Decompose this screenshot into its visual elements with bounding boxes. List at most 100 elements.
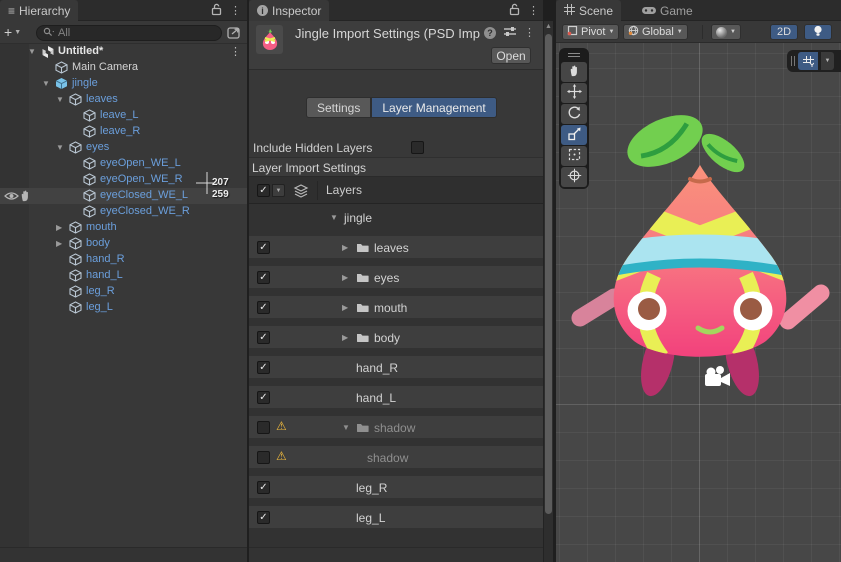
pick-hand-icon[interactable] [19,189,31,205]
foldout-arrow[interactable]: ▶ [342,303,348,312]
grid-snap-button[interactable] [798,52,818,70]
draw-mode-dropdown[interactable]: ▼ [711,24,741,40]
hierarchy-row[interactable]: hand_L [0,268,247,284]
include-hidden-layers-checkbox[interactable] [411,141,424,154]
tab-scene[interactable]: Scene [556,0,621,21]
layer-row[interactable]: ✓leg_R [249,474,543,504]
overlay-grip[interactable] [791,56,795,66]
pivot-label: Pivot [581,26,605,38]
hierarchy-row[interactable]: ▼leaves [0,92,247,108]
2d-mode-button[interactable]: 2D [770,24,798,40]
scene-tabstrip: Scene Game [556,0,841,21]
hierarchy-row[interactable]: eyeOpen_WE_R [0,172,247,188]
lock-icon[interactable] [211,3,222,19]
chevron-down-icon[interactable]: ▼ [272,184,285,197]
hierarchy-row[interactable]: eyeOpen_WE_L [0,156,247,172]
layer-checkbox[interactable]: ✓ [257,481,270,494]
layer-checkbox[interactable] [257,451,270,464]
overlay-handle[interactable] [561,48,587,61]
lock-icon[interactable] [509,3,520,19]
hierarchy-row[interactable]: leave_L [0,108,247,124]
hierarchy-row[interactable]: ▼Untitled*⋮ [0,44,247,60]
hierarchy-row[interactable]: ▶body [0,236,247,252]
camera-gizmo[interactable] [705,366,730,386]
foldout-arrow[interactable]: ▶ [342,273,348,282]
layer-checkbox[interactable] [257,421,270,434]
open-button[interactable]: Open [491,47,531,64]
cube-icon [69,285,82,301]
foldout-arrow[interactable]: ▶ [56,223,62,232]
layer-checkbox[interactable]: ✓ [257,241,270,254]
hierarchy-row[interactable]: leg_L [0,300,247,316]
tab-game[interactable]: Game [634,0,701,21]
tab-settings[interactable]: Settings [306,97,371,118]
cursor-y: 259 [212,189,229,201]
foldout-arrow[interactable]: ▶ [342,243,348,252]
layer-row[interactable]: ▼ jingle [249,204,543,234]
hierarchy-row[interactable]: leave_R [0,124,247,140]
foldout-arrow[interactable]: ▶ [56,239,62,248]
hierarchy-row[interactable]: Main Camera [0,60,247,76]
asset-thumbnail [256,25,283,54]
layer-checkbox[interactable]: ✓ [257,331,270,344]
view-tool-button[interactable] [561,62,587,82]
pivot-dropdown[interactable]: Pivot ▼ [562,24,619,40]
add-gameobject-button[interactable]: +▼ [4,24,30,40]
tab-layer-management[interactable]: Layer Management [371,97,496,118]
hierarchy-row[interactable]: hand_R [0,252,247,268]
warning-icon: ⚠ [276,419,287,433]
layer-row[interactable]: ✓ leg_L [249,504,543,534]
foldout-arrow[interactable]: ▼ [330,213,338,222]
row-kebab-icon[interactable]: ⋮ [230,45,241,58]
layer-label: leg_L [356,511,385,525]
foldout-arrow[interactable]: ▼ [342,423,350,432]
hierarchy-row[interactable]: ▼jingle [0,76,247,92]
layer-row[interactable]: ✓▶eyes [249,264,543,294]
layer-row[interactable]: ✓hand_R [249,354,543,384]
lighting-toggle-button[interactable] [804,24,832,40]
layer-checkbox[interactable]: ✓ [257,271,270,284]
layer-row[interactable]: ⚠shadow [249,444,543,474]
all-layers-checkbox[interactable]: ✓ [257,184,270,197]
layer-row[interactable]: ✓hand_L [249,384,543,414]
help-icon[interactable]: ? [484,27,496,39]
layer-label: jingle [344,211,372,225]
layer-checkbox[interactable]: ✓ [257,301,270,314]
foldout-arrow[interactable]: ▼ [56,95,64,104]
layer-checkbox[interactable]: ✓ [257,361,270,374]
chevron-down-icon: ▼ [608,29,614,35]
hierarchy-kebab-icon[interactable]: ⋮ [230,4,241,18]
global-dropdown[interactable]: Global ▼ [623,24,688,40]
foldout-arrow[interactable]: ▼ [56,143,64,152]
jingle-sprite[interactable] [570,85,830,405]
foldout-arrow[interactable]: ▼ [28,47,36,56]
layer-row[interactable]: ✓▶mouth [249,294,543,324]
hierarchy-row[interactable]: ▼eyes [0,140,247,156]
layer-row[interactable]: ⚠▼shadow [249,414,543,444]
cursor-coordinates: 207 259 [212,177,229,201]
hierarchy-row[interactable]: ▶mouth [0,220,247,236]
unity-editor-window: ≡ Hierarchy ⋮ +▼ All ▼Untitled*⋮Main Cam… [0,0,841,562]
scroll-up-arrow[interactable]: ▲ [545,23,552,30]
layer-row[interactable]: ✓▶body [249,324,543,354]
inspector-scrollbar[interactable]: ▲ [543,21,553,562]
hierarchy-row[interactable]: eyeClosed_WE_L [0,188,247,204]
tab-inspector[interactable]: i Inspector [249,0,329,21]
foldout-arrow[interactable]: ▼ [42,79,50,88]
hierarchy-row[interactable]: eyeClosed_WE_R [0,204,247,220]
scene-picking-icon[interactable] [226,25,243,41]
chevron-down-icon[interactable]: ▼ [821,52,834,70]
hierarchy-row[interactable]: leg_R [0,284,247,300]
inspector-kebab-icon[interactable]: ⋮ [528,4,539,18]
header-kebab-icon[interactable]: ⋮ [524,26,535,40]
presets-icon[interactable] [504,26,516,40]
layer-row[interactable]: ✓▶leaves [249,234,543,264]
eye-visibility-icon[interactable] [4,190,19,204]
tab-hierarchy[interactable]: ≡ Hierarchy [0,0,78,21]
hierarchy-search-input[interactable]: All [36,25,222,41]
foldout-arrow[interactable]: ▶ [342,333,348,342]
scrollbar-thumb[interactable] [545,34,552,514]
layer-checkbox[interactable]: ✓ [257,391,270,404]
layer-checkbox[interactable]: ✓ [257,511,270,524]
hierarchy-item-label: eyeClosed_WE_R [100,205,190,217]
